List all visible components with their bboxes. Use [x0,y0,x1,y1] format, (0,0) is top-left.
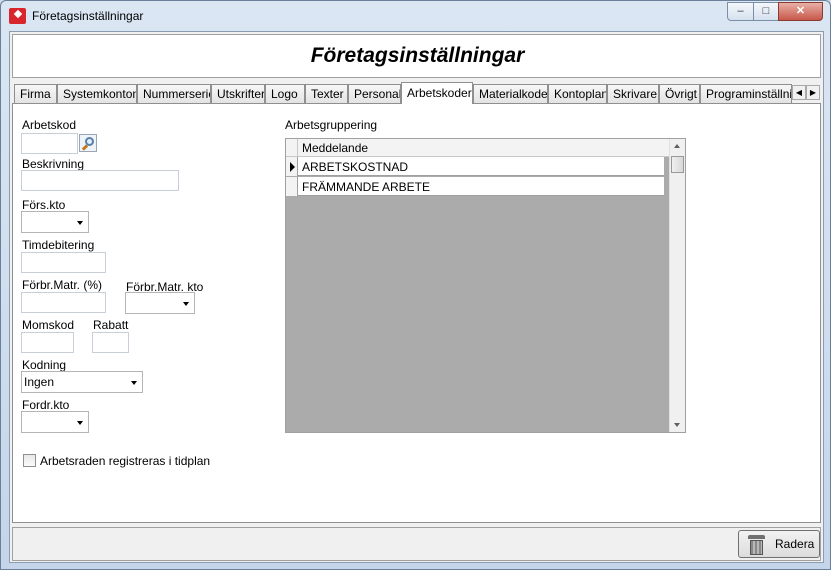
row-header[interactable] [286,157,298,176]
tab-scroll-right-icon[interactable]: ▶ [806,85,820,100]
tab-programinstallningar[interactable]: Programinställningar [700,84,792,103]
delete-button-label: Radera [775,537,815,551]
tab-arbetskoder[interactable]: Arbetskoder [401,82,473,104]
delete-button[interactable]: Radera [738,530,820,558]
timdebitering-label: Timdebitering [22,238,95,252]
tab-utskrifter[interactable]: Utskrifter [211,84,265,103]
tab-materialkoder[interactable]: Materialkoder [473,84,548,103]
arbetskod-input[interactable] [21,133,78,154]
tab-skrivare[interactable]: Skrivare [607,84,659,103]
fordr-kto-select[interactable] [21,411,89,433]
forbr-matr-pct-input[interactable] [21,292,106,313]
forbr-matr-pct-label: Förbr.Matr. (%) [22,278,103,292]
header-panel: Företagsinställningar [12,34,821,78]
fors-kto-select[interactable] [21,211,89,233]
chevron-down-icon [77,221,83,225]
tab-strip: Firma Systemkonton Nummerserier Utskrift… [12,82,821,104]
page-title: Företagsinställningar [310,44,525,67]
application-window: Företagsinställningar ‒ □ ✕ Företagsinst… [0,0,831,570]
tab-nummerserier[interactable]: Nummerserier [137,84,211,103]
grid-vertical-scrollbar[interactable] [669,139,685,432]
maximize-button[interactable]: □ [753,2,779,21]
table-cell[interactable]: ARBETSKOSTNAD [302,160,408,174]
scroll-down-icon[interactable] [674,423,680,427]
tab-personal[interactable]: Personal [348,84,401,103]
window-title: Företagsinställningar [32,9,144,23]
forbr-matr-kto-select[interactable] [125,292,195,314]
client-area: Företagsinställningar Firma Systemkonton… [9,31,824,563]
rabatt-input[interactable] [92,332,129,353]
title-bar[interactable]: Företagsinställningar ‒ □ ✕ [1,1,830,31]
beskrivning-label: Beskrivning [22,157,85,171]
tab-logo[interactable]: Logo [265,84,305,103]
tab-systemkonton[interactable]: Systemkonton [57,84,137,103]
arbetsgruppering-grid[interactable]: Meddelande ARBETSKOSTNAD FRÄMMANDE ARBET… [285,138,686,433]
table-row[interactable]: FRÄMMANDE ARBETE [286,177,664,196]
fors-kto-label: Förs.kto [22,198,66,212]
beskrivning-input[interactable] [21,170,179,191]
tab-texter[interactable]: Texter [305,84,348,103]
rabatt-label: Rabatt [93,318,129,332]
close-button[interactable]: ✕ [778,2,823,21]
scroll-thumb[interactable] [671,156,684,173]
tab-page-arbetskoder: Arbetskod Beskrivning Förs.kto Timdebite… [12,103,821,523]
tab-scroll-left-icon[interactable]: ◀ [792,85,806,100]
tab-ovrigt[interactable]: Övrigt [659,84,700,103]
timdebitering-input[interactable] [21,252,106,273]
chevron-down-icon [77,421,83,425]
chevron-down-icon [183,302,189,306]
footer-panel: Radera [12,527,821,561]
grid-corner [286,139,298,157]
kodning-label: Kodning [22,358,67,372]
arbetskod-label: Arbetskod [22,118,77,132]
arbetsgruppering-label: Arbetsgruppering [285,118,378,132]
search-icon[interactable] [79,134,97,152]
momskod-input[interactable] [21,332,74,353]
table-cell[interactable]: FRÄMMANDE ARBETE [302,180,430,194]
trash-icon [747,534,767,556]
current-row-icon [290,162,295,172]
grid-header: Meddelande [286,139,671,157]
tidplan-checkbox-label[interactable]: Arbetsraden registreras i tidplan [40,454,210,468]
scroll-up-icon[interactable] [674,144,680,148]
fordr-kto-label: Fordr.kto [22,398,70,412]
chevron-down-icon [131,381,137,385]
column-header-meddelande[interactable]: Meddelande [302,141,368,155]
tab-firma[interactable]: Firma [14,84,57,103]
table-row[interactable]: ARBETSKOSTNAD [286,157,664,176]
tab-kontoplan[interactable]: Kontoplan [548,84,607,103]
tidplan-checkbox[interactable] [23,454,36,467]
kodning-select[interactable]: Ingen [21,371,143,393]
app-icon [9,8,26,24]
row-header[interactable] [286,177,298,196]
minimize-button[interactable]: ‒ [727,2,754,21]
momskod-label: Momskod [22,318,75,332]
